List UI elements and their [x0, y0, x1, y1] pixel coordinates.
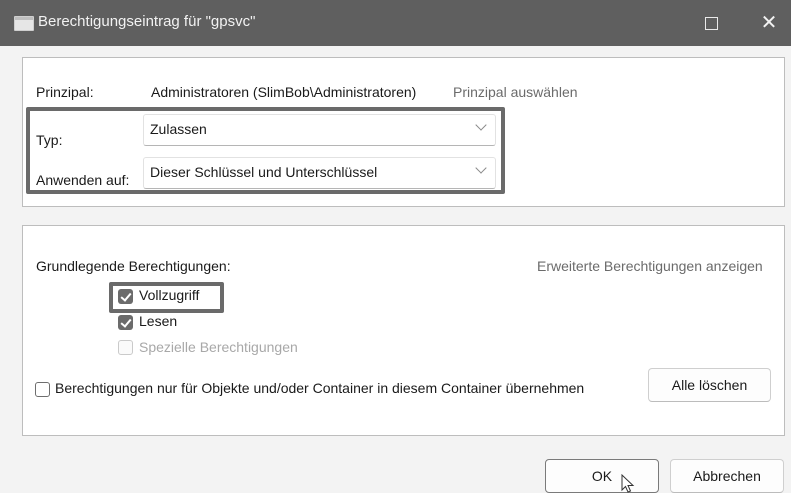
- window-title: Berechtigungseintrag für "gpsvc": [38, 13, 256, 30]
- ok-button[interactable]: OK: [545, 459, 659, 493]
- clear-all-button[interactable]: Alle löschen: [648, 368, 771, 402]
- principal-value: Administratoren (SlimBob\Administratoren…: [151, 84, 417, 100]
- title-bar: Berechtigungseintrag für "gpsvc" ✕: [0, 0, 791, 46]
- mouse-cursor-icon: [621, 474, 635, 493]
- cancel-button[interactable]: Abbrechen: [670, 459, 784, 493]
- full-control-checkbox[interactable]: [118, 289, 133, 304]
- type-value: Zulassen: [150, 121, 207, 137]
- type-dropdown[interactable]: Zulassen: [143, 114, 496, 146]
- basic-permissions-heading: Grundlegende Berechtigungen:: [36, 258, 231, 274]
- apply-to-label: Anwenden auf:: [36, 172, 130, 188]
- maximize-button[interactable]: [694, 8, 728, 38]
- chevron-down-icon: [475, 119, 487, 131]
- inherit-label: Berechtigungen nur für Objekte und/oder …: [55, 380, 585, 396]
- type-label: Typ:: [36, 132, 63, 148]
- show-advanced-permissions-link[interactable]: Erweiterte Berechtigungen anzeigen: [537, 258, 763, 274]
- principal-label: Prinzipal:: [36, 84, 94, 100]
- inherit-checkbox[interactable]: [35, 382, 50, 397]
- read-label: Lesen: [139, 313, 178, 329]
- apply-to-value: Dieser Schlüssel und Unterschlüssel: [150, 164, 378, 180]
- close-button[interactable]: ✕: [752, 8, 786, 38]
- apply-to-dropdown[interactable]: Dieser Schlüssel und Unterschlüssel: [143, 157, 496, 189]
- window-icon: [14, 16, 34, 31]
- read-checkbox[interactable]: [118, 315, 133, 330]
- permissions-panel: [22, 225, 785, 436]
- chevron-down-icon: [475, 162, 487, 174]
- special-permissions-label: Spezielle Berechtigungen: [139, 339, 298, 355]
- full-control-label: Vollzugriff: [139, 287, 200, 303]
- select-principal-link[interactable]: Prinzipal auswählen: [453, 84, 578, 100]
- special-permissions-checkbox: [118, 340, 133, 355]
